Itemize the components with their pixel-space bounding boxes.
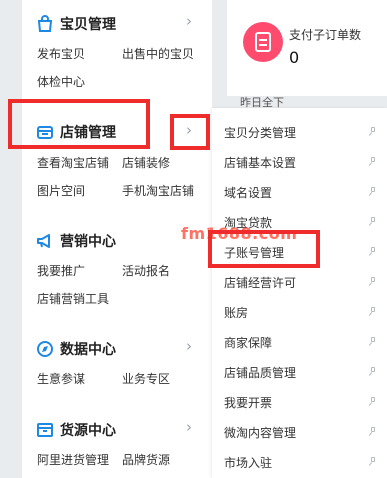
megaphone-icon: [36, 232, 54, 250]
shopping-bag-icon: [36, 15, 54, 33]
pin-icon[interactable]: [369, 457, 377, 466]
submenu-item[interactable]: 宝贝分类管理: [224, 124, 296, 141]
menu-item-marketing-tools[interactable]: 店铺营销工具: [37, 290, 109, 307]
menu-item-view-store[interactable]: 查看淘宝店铺: [37, 154, 109, 171]
pin-icon[interactable]: [369, 307, 377, 316]
chevron-right-icon[interactable]: ›: [186, 12, 192, 30]
menu-item-publish[interactable]: 发布宝贝: [37, 45, 85, 62]
menu-item-event-signup[interactable]: 活动报名: [122, 262, 170, 279]
annotation-box-subaccount: [208, 230, 320, 268]
pin-icon[interactable]: [369, 367, 377, 376]
annotation-box-chevron: [170, 114, 210, 150]
submenu-item[interactable]: 账房: [224, 304, 248, 321]
pin-icon[interactable]: [369, 397, 377, 406]
compass-icon: [36, 340, 54, 358]
menu-item-business-zone[interactable]: 业务专区: [122, 370, 170, 387]
menu-item-brand-source[interactable]: 品牌货源: [122, 451, 170, 468]
menu-item-promote[interactable]: 我要推广: [37, 262, 85, 279]
section-shuju-title: 数据中心: [60, 342, 116, 358]
pin-icon[interactable]: [369, 427, 377, 436]
menu-item-ali-purchase[interactable]: 阿里进货管理: [37, 451, 109, 468]
submenu-item[interactable]: 商家保障: [224, 334, 272, 351]
menu-item-mobile-store[interactable]: 手机淘宝店铺: [122, 182, 194, 199]
annotation-box-store-management: [8, 99, 150, 149]
submenu-item[interactable]: 我要开票: [224, 394, 272, 411]
submenu-item[interactable]: 店铺基本设置: [224, 154, 296, 171]
section-baobei-header[interactable]: 宝贝管理: [36, 14, 116, 34]
pin-icon[interactable]: [369, 187, 377, 196]
chevron-right-icon[interactable]: ›: [186, 418, 192, 436]
section-baobei-title: 宝贝管理: [60, 17, 116, 33]
menu-item-image-space[interactable]: 图片空间: [37, 182, 85, 199]
submenu-item[interactable]: 微淘内容管理: [224, 424, 296, 441]
menu-item-health-check[interactable]: 体检中心: [37, 73, 85, 90]
pin-icon[interactable]: [369, 277, 377, 286]
stat-value: 0: [289, 48, 300, 67]
menu-item-business-advisor[interactable]: 生意参谋: [37, 370, 85, 387]
menu-item-on-sale[interactable]: 出售中的宝贝: [122, 45, 194, 62]
pin-icon[interactable]: [369, 337, 377, 346]
section-huoyuan-title: 货源中心: [60, 423, 116, 439]
box-icon: [36, 421, 54, 439]
store-submenu-flyout: 宝贝分类管理 店铺基本设置 域名设置 淘宝贷款 子账号管理 店铺经营许可 账房 …: [212, 108, 387, 478]
section-huoyuan-header[interactable]: 货源中心: [36, 420, 116, 440]
chevron-right-icon[interactable]: ›: [186, 337, 192, 355]
section-shuju-header[interactable]: 数据中心: [36, 339, 116, 359]
pin-icon[interactable]: [369, 157, 377, 166]
stat-label: 支付子订单数: [289, 28, 362, 42]
pin-icon[interactable]: [369, 217, 377, 226]
section-yingxiao-title: 营销中心: [60, 234, 116, 250]
submenu-item[interactable]: 店铺经营许可: [224, 274, 296, 291]
menu-item-store-decor[interactable]: 店铺装修: [122, 154, 170, 171]
pin-icon[interactable]: [369, 247, 377, 256]
submenu-item[interactable]: 域名设置: [224, 184, 272, 201]
section-yingxiao-header[interactable]: 营销中心: [36, 231, 116, 251]
order-document-icon: [243, 22, 283, 62]
pin-icon[interactable]: [369, 127, 377, 136]
stat-card[interactable]: 支付子订单数 0: [227, 0, 387, 96]
submenu-item[interactable]: 店铺品质管理: [224, 364, 296, 381]
submenu-item[interactable]: 市场入驻: [224, 454, 272, 471]
